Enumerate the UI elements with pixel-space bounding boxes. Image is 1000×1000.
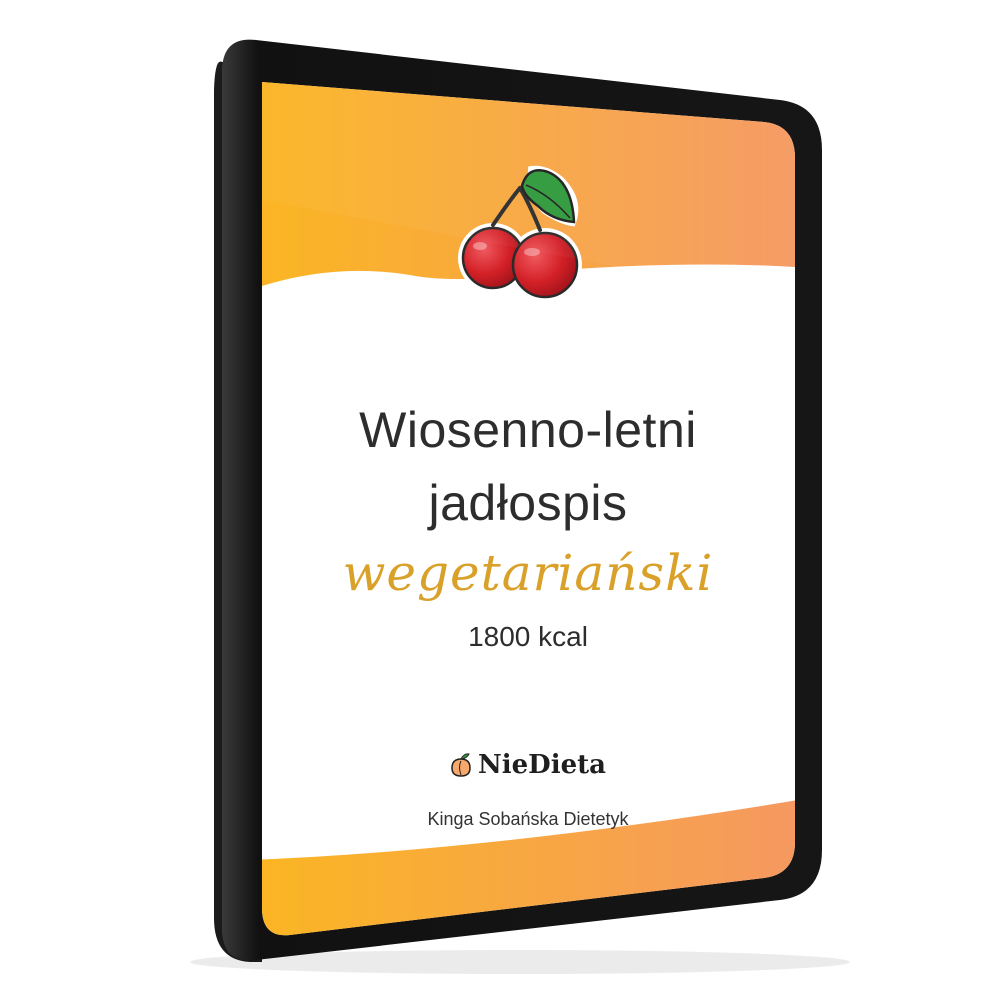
author-label: Kinga Sobańska Dietetyk <box>427 809 629 829</box>
title-line-2: jadłospis <box>428 475 628 531</box>
brand-name: NieDieta <box>477 750 606 780</box>
brand-logo: NieDieta <box>262 752 794 778</box>
product-mockup: Wiosenno-letni jadłospis wegetariański 1… <box>0 0 1000 1000</box>
title-script: wegetariański <box>342 544 714 602</box>
title-line-1: Wiosenno-letni <box>359 402 697 458</box>
calories-label: 1800 kcal <box>468 621 588 652</box>
peach-icon <box>451 753 471 777</box>
